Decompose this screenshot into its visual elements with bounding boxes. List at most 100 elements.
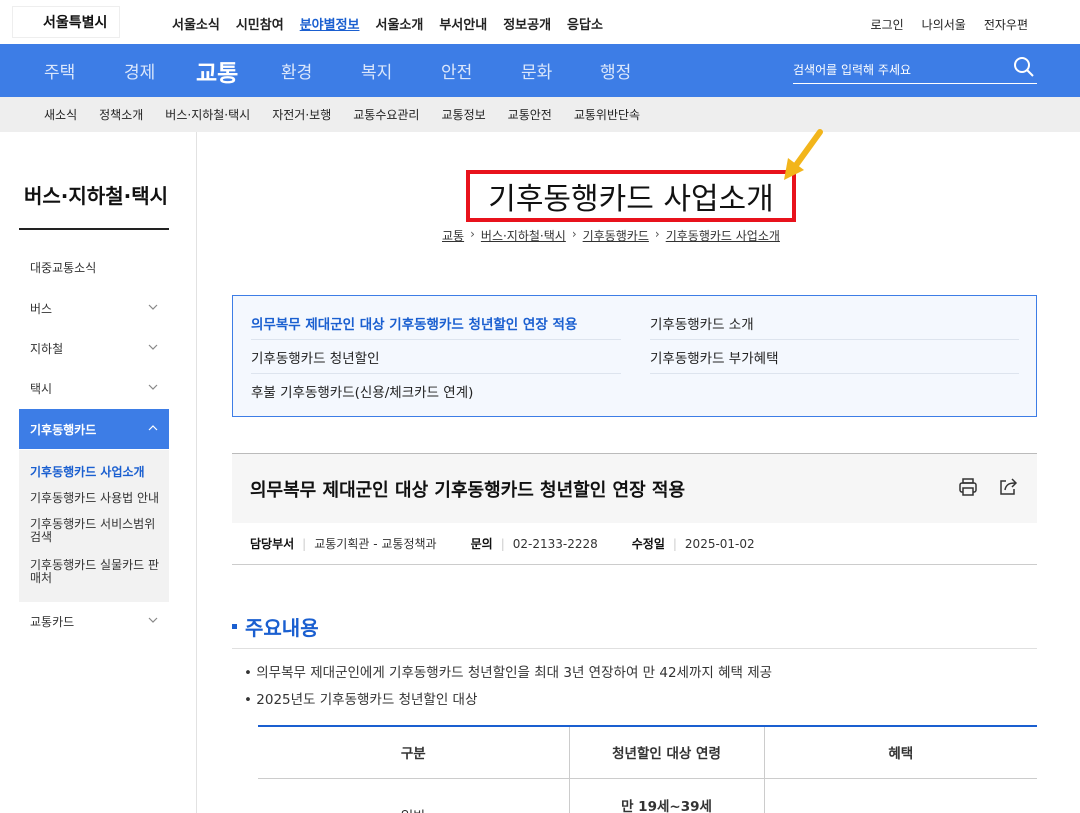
- sidebar-item-bus[interactable]: 버스: [19, 288, 169, 328]
- share-icon: [1000, 478, 1018, 495]
- square-bullet-icon: [232, 624, 237, 629]
- print-button[interactable]: [956, 476, 980, 500]
- category-nav: 주택 경제 교통 환경 복지 안전 문화 행정: [0, 44, 1080, 97]
- subnav-bus-subway-taxi[interactable]: 버스·지하철·택시: [165, 106, 250, 123]
- sidebar-item-subway[interactable]: 지하철: [19, 328, 169, 368]
- my-seoul-link[interactable]: 나의서울: [922, 16, 966, 33]
- top-nav-field-info[interactable]: 분야별정보: [300, 14, 360, 33]
- search-box: [793, 55, 1037, 84]
- top-bar: 서울특별시 서울소식 시민참여 분야별정보 서울소개 부서안내 정보공개 응답소…: [0, 0, 1080, 44]
- sidebar-submenu: 기후동행카드 사업소개 기후동행카드 사용법 안내 기후동행카드 서비스범위 검…: [19, 450, 169, 602]
- category-safety[interactable]: 안전: [441, 44, 472, 97]
- subnav-traffic-safety[interactable]: 교통안전: [508, 106, 552, 123]
- category-culture[interactable]: 문화: [521, 44, 552, 97]
- breadcrumb-separator-icon: ›: [571, 227, 577, 241]
- search-button[interactable]: [1011, 55, 1037, 81]
- sidebar-item-transit-card[interactable]: 교통카드: [19, 601, 169, 641]
- sidebar-item-label: 교통카드: [30, 614, 75, 629]
- updated-value: 2025-01-02: [684, 536, 755, 551]
- toc-link-youth-discount[interactable]: 기후동행카드 청년할인: [251, 347, 380, 367]
- article-header: 의무복무 제대군인 대상 기후동행카드 청년할인 연장 적용: [232, 453, 1037, 523]
- meta-separator: |: [500, 536, 505, 551]
- article-meta: 담당부서 | 교통기획관 - 교통정책과 문의 | 02-2133-2228 수…: [232, 523, 1037, 565]
- toc-divider: [251, 373, 621, 374]
- dept-label: 담당부서: [250, 537, 295, 551]
- table-cell-benefit: [763, 778, 1037, 813]
- category-housing[interactable]: 주택: [44, 44, 75, 97]
- submenu-item-usage-guide[interactable]: 기후동행카드 사용법 안내: [30, 492, 160, 505]
- table-header-category: 구분: [258, 725, 569, 779]
- chevron-down-icon: [148, 384, 158, 390]
- content-bullet: • 의무복무 제대군인에게 기후동행카드 청년할인을 최대 3년 연장하여 만 …: [244, 661, 772, 681]
- subnav-enforcement[interactable]: 교통위반단속: [574, 106, 640, 123]
- subnav-demand-management[interactable]: 교통수요관리: [353, 106, 419, 123]
- table-header-row: 구분 청년할인 대상 연령 혜택: [258, 725, 1037, 779]
- content-bullet: • 2025년도 기후동행카드 청년할인 대상: [244, 688, 477, 708]
- category-welfare[interactable]: 복지: [361, 44, 392, 97]
- sidebar: 버스·지하철·택시 대중교통소식 버스 지하철 택시 기후동행카드 기후동행카드…: [0, 132, 197, 813]
- site-logo[interactable]: 서울특별시: [12, 6, 120, 38]
- sidebar-item-climate-card[interactable]: 기후동행카드: [19, 409, 169, 449]
- toc-link-postpaid-card[interactable]: 후불 기후동행카드(신용/체크카드 연계): [251, 381, 473, 401]
- chevron-up-icon: [148, 425, 158, 431]
- sidebar-item-label: 버스: [30, 301, 53, 316]
- category-transport[interactable]: 교통: [196, 44, 238, 97]
- bullet-text: 2025년도 기후동행카드 청년할인 대상: [256, 692, 478, 708]
- category-administration[interactable]: 행정: [600, 44, 631, 97]
- submenu-item-service-area[interactable]: 기후동행카드 서비스범위 검색: [30, 518, 160, 544]
- contact-label: 문의: [470, 537, 493, 551]
- breadcrumb-transport[interactable]: 교통: [442, 227, 464, 244]
- subnav-policy[interactable]: 정책소개: [99, 106, 143, 123]
- toc-link-card-intro[interactable]: 기후동행카드 소개: [650, 313, 754, 333]
- breadcrumb-bus-subway-taxi[interactable]: 버스·지하철·택시: [481, 227, 566, 244]
- annotation-arrow-icon: [784, 129, 823, 180]
- top-nav-disclosure[interactable]: 정보공개: [503, 14, 551, 33]
- toc-link-veteran-extension[interactable]: 의무복무 제대군인 대상 기후동행카드 청년할인 연장 적용: [251, 313, 577, 333]
- top-nav-news[interactable]: 서울소식: [172, 14, 220, 33]
- toc-divider: [251, 339, 621, 340]
- youth-discount-table: 구분 청년할인 대상 연령 혜택 일반 만 19세~39세: [258, 725, 1037, 813]
- table-row: 일반 만 19세~39세: [258, 778, 1037, 813]
- category-environment[interactable]: 환경: [281, 44, 312, 97]
- bullet-dot-icon: •: [244, 665, 252, 681]
- submenu-item-program-intro[interactable]: 기후동행카드 사업소개: [30, 466, 160, 479]
- sidebar-item-label: 대중교통소식: [30, 260, 97, 275]
- top-nav-response[interactable]: 응답소: [567, 14, 603, 33]
- bullet-dot-icon: •: [244, 692, 252, 708]
- search-input[interactable]: [793, 58, 1003, 82]
- category-economy[interactable]: 경제: [124, 44, 155, 97]
- toc-divider: [650, 339, 1019, 340]
- chevron-down-icon: [148, 304, 158, 310]
- sidebar-item-transit-news[interactable]: 대중교통소식: [19, 247, 169, 287]
- sidebar-item-label: 택시: [30, 381, 53, 396]
- breadcrumb: 교통 › 버스·지하철·택시 › 기후동행카드 › 기후동행카드 사업소개: [442, 227, 780, 244]
- top-nav-about-seoul[interactable]: 서울소개: [376, 14, 424, 33]
- top-nav: 서울소식 시민참여 분야별정보 서울소개 부서안내 정보공개 응답소: [172, 14, 603, 33]
- top-nav-departments[interactable]: 부서안내: [439, 14, 487, 33]
- breadcrumb-current[interactable]: 기후동행카드 사업소개: [666, 227, 780, 244]
- subnav-bike-walk[interactable]: 자전거·보행: [272, 106, 331, 123]
- breadcrumb-separator-icon: ›: [470, 227, 475, 241]
- subnav-news[interactable]: 새소식: [44, 106, 77, 123]
- email-link[interactable]: 전자우편: [984, 16, 1028, 33]
- sidebar-title: 버스·지하철·택시: [24, 184, 168, 208]
- breadcrumb-separator-icon: ›: [654, 227, 660, 241]
- article-title: 의무복무 제대군인 대상 기후동행카드 청년할인 연장 적용: [250, 480, 686, 501]
- breadcrumb-climate-card[interactable]: 기후동행카드: [583, 227, 649, 244]
- submenu-item-card-outlets[interactable]: 기후동행카드 실물카드 판매처: [30, 559, 160, 585]
- print-icon: [959, 478, 977, 496]
- sidebar-divider: [19, 228, 169, 230]
- toc-divider: [650, 373, 1019, 374]
- contact-value: 02-2133-2228: [512, 536, 598, 551]
- share-button[interactable]: [996, 476, 1020, 500]
- toc-link-extra-benefits[interactable]: 기후동행카드 부가혜택: [650, 347, 779, 367]
- subnav-traffic-info[interactable]: 교통정보: [441, 106, 485, 123]
- login-link[interactable]: 로그인: [871, 16, 904, 33]
- section-title-text: 주요내용: [245, 616, 319, 640]
- chevron-down-icon: [148, 344, 158, 350]
- sidebar-item-taxi[interactable]: 택시: [19, 368, 169, 408]
- table-cell-age: 만 19세~39세: [568, 778, 764, 813]
- table-cell-category: 일반: [258, 778, 569, 813]
- content-toc: 의무복무 제대군인 대상 기후동행카드 청년할인 연장 적용 기후동행카드 청년…: [232, 295, 1037, 417]
- top-nav-participation[interactable]: 시민참여: [236, 14, 284, 33]
